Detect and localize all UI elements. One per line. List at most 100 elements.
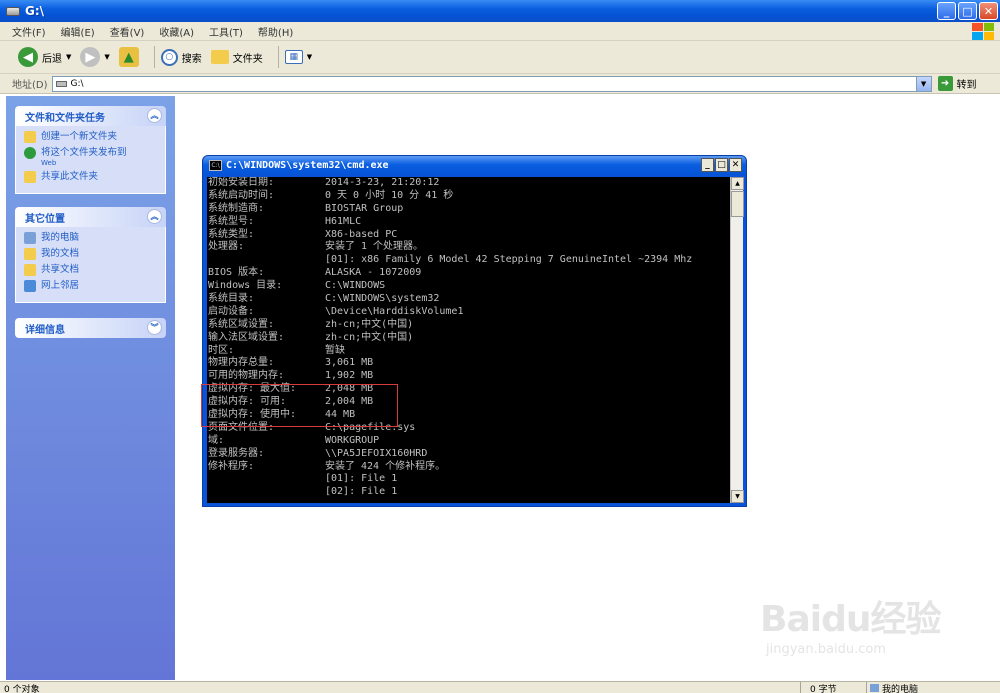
cmd-line-key: 时区:: [208, 344, 235, 356]
up-button[interactable]: ▲: [118, 47, 139, 67]
cmd-line-value: \Device\HarddiskVolume1: [325, 305, 464, 317]
cmd-line-key: [207, 254, 325, 267]
cmd-maximize-button[interactable]: □: [715, 158, 728, 172]
forward-button[interactable]: ▶ ▼: [80, 47, 110, 67]
forward-dropdown-icon[interactable]: ▼: [104, 53, 109, 61]
windows-logo-icon: [972, 23, 994, 40]
cmd-scrollbar[interactable]: ▲ ▼: [730, 177, 744, 503]
collapse-icon[interactable]: ︽: [147, 209, 162, 224]
details-panel: 详细信息 ︾: [15, 318, 166, 338]
window-titlebar[interactable]: G:\ _ □ ✕: [0, 0, 1000, 22]
toolbar-separator: [153, 46, 155, 68]
new-folder-icon: [24, 131, 36, 143]
network-icon: [24, 280, 36, 292]
views-dropdown-icon[interactable]: ▼: [307, 53, 312, 61]
cmd-output-line: Windows 目录: C:\WINDOWS: [207, 280, 733, 293]
cmd-icon: C:\: [209, 160, 222, 171]
file-folder-tasks-header[interactable]: 文件和文件夹任务 ︽: [15, 106, 166, 126]
expand-icon[interactable]: ︾: [147, 320, 162, 335]
menu-view[interactable]: 查看(V): [110, 24, 145, 39]
folder-icon: [210, 50, 229, 64]
cmd-output-line: 系统目录: C:\WINDOWS\system32: [207, 293, 733, 306]
cmd-line-key: 启动设备:: [208, 305, 255, 317]
cmd-output-line: 系统类型: X86-based PC: [207, 229, 733, 242]
menu-favorites[interactable]: 收藏(A): [159, 24, 194, 39]
menu-tools[interactable]: 工具(T): [209, 24, 243, 39]
back-label: 后退: [42, 53, 62, 65]
cmd-output-line: BIOS 版本: ALASKA - 1072009: [207, 267, 733, 280]
address-bar: 地址(D) G:\ ▼ ➜ 转到: [0, 74, 1000, 94]
cmd-line-key: 修补程序:: [208, 460, 255, 472]
cmd-line-value: [01]: x86 Family 6 Model 42 Stepping 7 G…: [325, 254, 693, 266]
place-my-documents[interactable]: 我的文档: [24, 248, 157, 260]
folders-label: 文件夹: [232, 53, 263, 65]
status-location: 我的电脑: [870, 682, 918, 693]
drive-icon: [6, 6, 20, 16]
panel-title: 文件和文件夹任务: [25, 112, 105, 124]
cmd-output-line: 登录服务器: \\PA5JEFOIX160HRD: [207, 448, 733, 461]
back-dropdown-icon[interactable]: ▼: [66, 53, 71, 61]
go-label: 转到: [956, 80, 977, 91]
task-label: 共享此文件夹: [41, 171, 99, 182]
cmd-window[interactable]: C:\ C:\WINDOWS\system32\cmd.exe _ □ ✕ 初始…: [202, 155, 747, 507]
back-button[interactable]: ◀ 后退 ▼: [18, 47, 71, 67]
close-button[interactable]: ✕: [979, 2, 998, 20]
scroll-down-icon[interactable]: ▼: [731, 490, 744, 503]
cmd-line-value: 2014-3-23, 21:20:12: [325, 177, 440, 188]
address-dropdown-icon[interactable]: ▼: [915, 76, 931, 91]
cmd-output-line: 可用的物理内存: 1,902 MB: [207, 370, 733, 383]
scroll-up-icon[interactable]: ▲: [731, 177, 744, 190]
cmd-line-key: [207, 473, 325, 486]
address-input[interactable]: G:\ ▼: [51, 75, 932, 92]
cmd-titlebar[interactable]: C:\ C:\WINDOWS\system32\cmd.exe _ □ ✕: [203, 156, 746, 175]
task-publish-web[interactable]: 将这个文件夹发布到 Web: [24, 147, 157, 167]
maximize-button[interactable]: □: [958, 2, 977, 20]
cmd-output[interactable]: 初始安装日期: 2014-3-23, 21:20:12 系统启动时间: 0 天 0 小…: [207, 177, 733, 503]
place-my-computer[interactable]: 我的电脑: [24, 232, 157, 244]
cmd-line-value: X86-based PC: [325, 228, 398, 240]
views-button[interactable]: ▦ ▼: [284, 50, 312, 64]
menu-file[interactable]: 文件(F): [12, 24, 46, 39]
go-button[interactable]: ➜ 转到: [937, 76, 977, 91]
cmd-line-key: 登录服务器:: [208, 447, 265, 459]
cmd-line-key: 输入法区域设置:: [208, 331, 285, 343]
cmd-minimize-button[interactable]: _: [701, 158, 714, 172]
cmd-output-line: 系统启动时间: 0 天 0 小时 10 分 41 秒: [207, 190, 733, 203]
minimize-button[interactable]: _: [937, 2, 956, 20]
status-bar: 0 个对象 0 字节 我的电脑: [0, 681, 1000, 693]
cmd-line-key: 处理器:: [208, 241, 245, 253]
task-share-folder[interactable]: 共享此文件夹: [24, 171, 157, 183]
details-header[interactable]: 详细信息 ︾: [15, 318, 166, 338]
baidu-watermark: Baidu经验 jingyan.baidu.com: [760, 590, 960, 670]
toolbar-separator: [277, 46, 279, 68]
place-shared-documents[interactable]: 共享文档: [24, 264, 157, 276]
cmd-line-value: 安装了 1 个处理器。: [325, 241, 424, 253]
menu-edit[interactable]: 编辑(E): [61, 24, 95, 39]
cmd-line-key: [207, 486, 325, 499]
place-network[interactable]: 网上邻居: [24, 280, 157, 292]
status-separator: [866, 682, 867, 693]
cmd-line-value: C:\WINDOWS: [325, 280, 386, 292]
search-button[interactable]: ○ 搜索: [160, 48, 202, 66]
place-label: 共享文档: [41, 264, 80, 275]
address-label: 地址(D): [12, 80, 48, 91]
other-places-header[interactable]: 其它位置 ︽: [15, 207, 166, 227]
my-computer-icon: [870, 684, 879, 692]
place-label: 我的文档: [41, 248, 80, 259]
up-folder-icon: ▲: [118, 47, 139, 67]
cmd-line-value: [01]: File 1: [325, 473, 398, 485]
window-controls: _ □ ✕: [937, 2, 998, 20]
watermark-main: Baidu经验: [760, 599, 941, 640]
cmd-output-line: 修补程序: 安装了 424 个修补程序。: [207, 461, 733, 474]
task-label: 创建一个新文件夹: [41, 131, 118, 142]
folders-button[interactable]: 文件夹: [210, 50, 263, 65]
cmd-window-controls: _ □ ✕: [701, 158, 742, 172]
cmd-output-line: [01]: x86 Family 6 Model 42 Stepping 7 G…: [207, 254, 733, 267]
collapse-icon[interactable]: ︽: [147, 108, 162, 123]
cmd-output-line: 域: WORKGROUP: [207, 435, 733, 448]
task-new-folder[interactable]: 创建一个新文件夹: [24, 131, 157, 143]
cmd-line-key: 系统目录:: [208, 293, 255, 305]
cmd-close-button[interactable]: ✕: [729, 158, 742, 172]
scroll-thumb[interactable]: [731, 191, 744, 217]
menu-help[interactable]: 帮助(H): [258, 24, 293, 39]
